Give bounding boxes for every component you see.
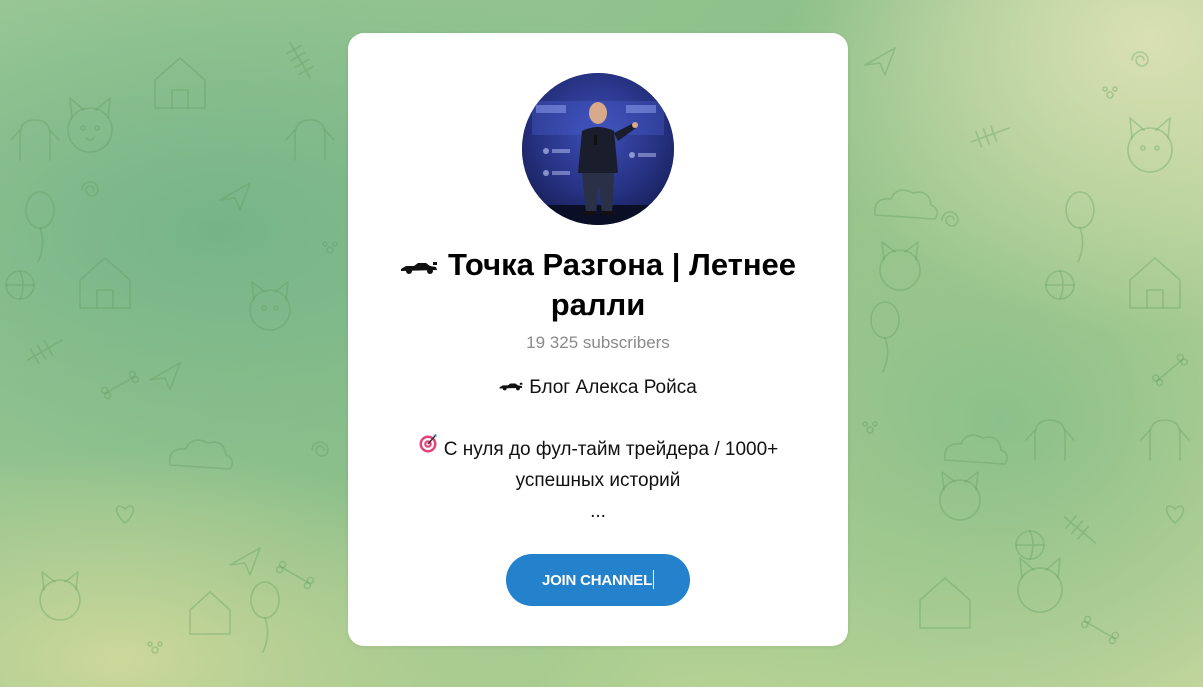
subscriber-count: 19 325 subscribers <box>526 333 670 352</box>
channel-description: Блог Алекса Ройса С нуля до фул-тайм тре… <box>378 372 818 527</box>
channel-title-text: Точка Разгона | Летнее ралли <box>447 247 797 322</box>
description-line-2-text: С нуля до фул-тайм трейдера / 1000+ успе… <box>443 439 779 491</box>
text-cursor <box>653 570 655 590</box>
join-channel-button[interactable]: JOIN CHANNEL <box>506 554 690 606</box>
join-channel-label: JOIN CHANNEL <box>541 572 653 589</box>
race-car-icon <box>499 370 523 401</box>
channel-title: Точка Разгона | Летнее ралли <box>378 245 818 325</box>
target-icon <box>418 432 438 463</box>
description-line-1: Блог Алекса Ройса <box>378 372 818 403</box>
race-car-icon <box>400 244 438 284</box>
channel-avatar <box>522 73 674 225</box>
description-line-1-text: Блог Алекса Ройса <box>529 377 697 398</box>
description-line-2: С нуля до фул-тайм трейдера / 1000+ успе… <box>378 434 818 496</box>
description-ellipsis: ... <box>590 501 606 522</box>
channel-card: Точка Разгона | Летнее ралли 19 325 subs… <box>348 33 848 646</box>
